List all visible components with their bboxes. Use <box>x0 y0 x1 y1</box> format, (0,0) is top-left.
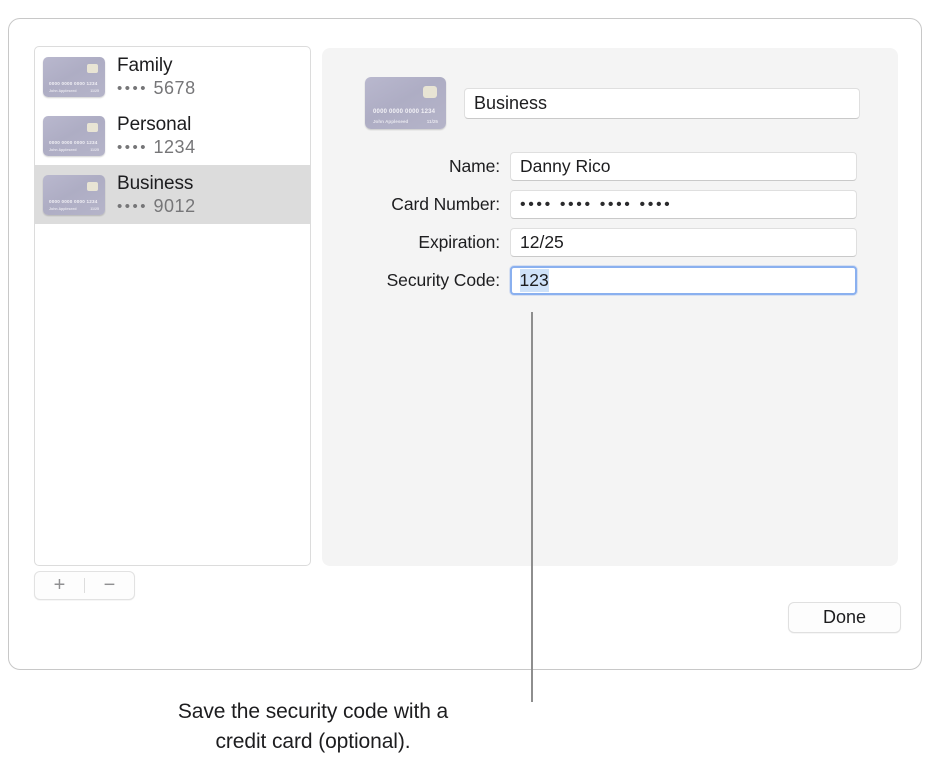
card-form: Name: Danny Rico Card Number: •••• •••• … <box>322 152 898 295</box>
name-input[interactable]: Danny Rico <box>510 152 857 181</box>
name-label: Name: <box>448 156 500 176</box>
add-remove-segmented-control[interactable]: + − <box>34 571 135 600</box>
list-item-text: Business •••• 9012 <box>117 173 196 215</box>
expiration-label: Expiration: <box>418 232 500 252</box>
card-art-name: John Appleseed <box>49 147 77 152</box>
card-chip-icon <box>423 86 437 98</box>
card-title-value: Business <box>474 92 548 113</box>
card-art-name: John Appleseed <box>373 119 409 124</box>
card-art-number: 0000 0000 0000 1234 <box>49 139 98 145</box>
list-item-subtitle: •••• 1234 <box>117 137 196 157</box>
credit-card-thumbnail-icon: 0000 0000 0000 1234 John Appleseed 11/25 <box>43 174 105 215</box>
caption-line-2: credit card (optional). <box>215 729 411 753</box>
security-code-label: Security Code: <box>386 270 500 290</box>
card-title-input[interactable]: Business <box>464 87 860 119</box>
callout-caption: Save the security code with a credit car… <box>96 697 530 757</box>
expiration-value: 12/25 <box>520 232 564 252</box>
form-row-expiration: Expiration: 12/25 <box>322 228 898 257</box>
card-chip-icon <box>87 63 98 73</box>
list-item-text: Family •••• 5678 <box>117 55 196 97</box>
last-four-digits: 5678 <box>153 77 196 98</box>
add-card-button[interactable]: + <box>35 572 84 599</box>
card-title-row: 0000 0000 0000 1234 John Appleseed 11/25… <box>322 48 898 129</box>
card-art-expiry: 11/25 <box>90 88 99 93</box>
card-number-value: •••• •••• •••• •••• <box>520 195 673 213</box>
last-four-digits: 1234 <box>153 136 196 157</box>
form-row-name: Name: Danny Rico <box>322 152 898 181</box>
list-item-title: Business <box>117 173 194 195</box>
credit-card-thumbnail-icon: 0000 0000 0000 1234 John Appleseed 11/25 <box>43 56 105 97</box>
list-item-selected[interactable]: 0000 0000 0000 1234 John Appleseed 11/25… <box>35 165 310 224</box>
card-art-expiry: 11/25 <box>90 206 99 211</box>
card-number-input[interactable]: •••• •••• •••• •••• <box>510 190 857 219</box>
caption-line-1: Save the security code with a <box>177 700 449 723</box>
list-item[interactable]: 0000 0000 0000 1234 John Appleseed 11/25… <box>35 106 310 165</box>
list-item-title: Personal <box>117 114 192 136</box>
card-art-expiry: 11/25 <box>426 119 438 124</box>
list-item[interactable]: 0000 0000 0000 1234 John Appleseed 11/25… <box>35 47 310 106</box>
card-art-name: John Appleseed <box>49 88 77 93</box>
remove-card-button[interactable]: − <box>85 572 134 599</box>
credit-card-large-icon: 0000 0000 0000 1234 John Appleseed 11/25 <box>365 77 446 129</box>
card-list[interactable]: 0000 0000 0000 1234 John Appleseed 11/25… <box>34 46 311 566</box>
card-number-label: Card Number: <box>391 194 500 214</box>
callout-line <box>531 312 533 702</box>
card-art-number: 0000 0000 0000 1234 <box>49 80 98 86</box>
done-button[interactable]: Done <box>788 602 901 633</box>
list-item-subtitle: •••• 9012 <box>117 196 196 216</box>
masked-dots: •••• <box>117 197 149 215</box>
form-row-card-number: Card Number: •••• •••• •••• •••• <box>322 190 898 219</box>
list-item-subtitle: •••• 5678 <box>117 78 196 98</box>
list-item-title: Family <box>117 55 173 77</box>
card-detail-panel: 0000 0000 0000 1234 John Appleseed 11/25… <box>322 48 898 566</box>
card-art-number: 0000 0000 0000 1234 <box>373 109 436 115</box>
form-row-security-code: Security Code: 123 <box>322 266 898 295</box>
security-code-input[interactable]: 123 <box>510 266 857 295</box>
last-four-digits: 9012 <box>153 195 196 216</box>
card-art-number: 0000 0000 0000 1234 <box>49 198 98 204</box>
masked-dots: •••• <box>117 79 149 97</box>
masked-dots: •••• <box>117 138 149 156</box>
card-art-expiry: 11/25 <box>90 147 99 152</box>
expiration-input[interactable]: 12/25 <box>510 228 857 257</box>
security-code-value: 123 <box>519 269 549 292</box>
card-chip-icon <box>87 181 98 191</box>
list-item-text: Personal •••• 1234 <box>117 114 196 156</box>
name-value: Danny Rico <box>520 156 611 176</box>
card-chip-icon <box>87 122 98 132</box>
card-art-name: John Appleseed <box>49 206 77 211</box>
credit-card-thumbnail-icon: 0000 0000 0000 1234 John Appleseed 11/25 <box>43 115 105 156</box>
preferences-window: 0000 0000 0000 1234 John Appleseed 11/25… <box>8 18 922 670</box>
